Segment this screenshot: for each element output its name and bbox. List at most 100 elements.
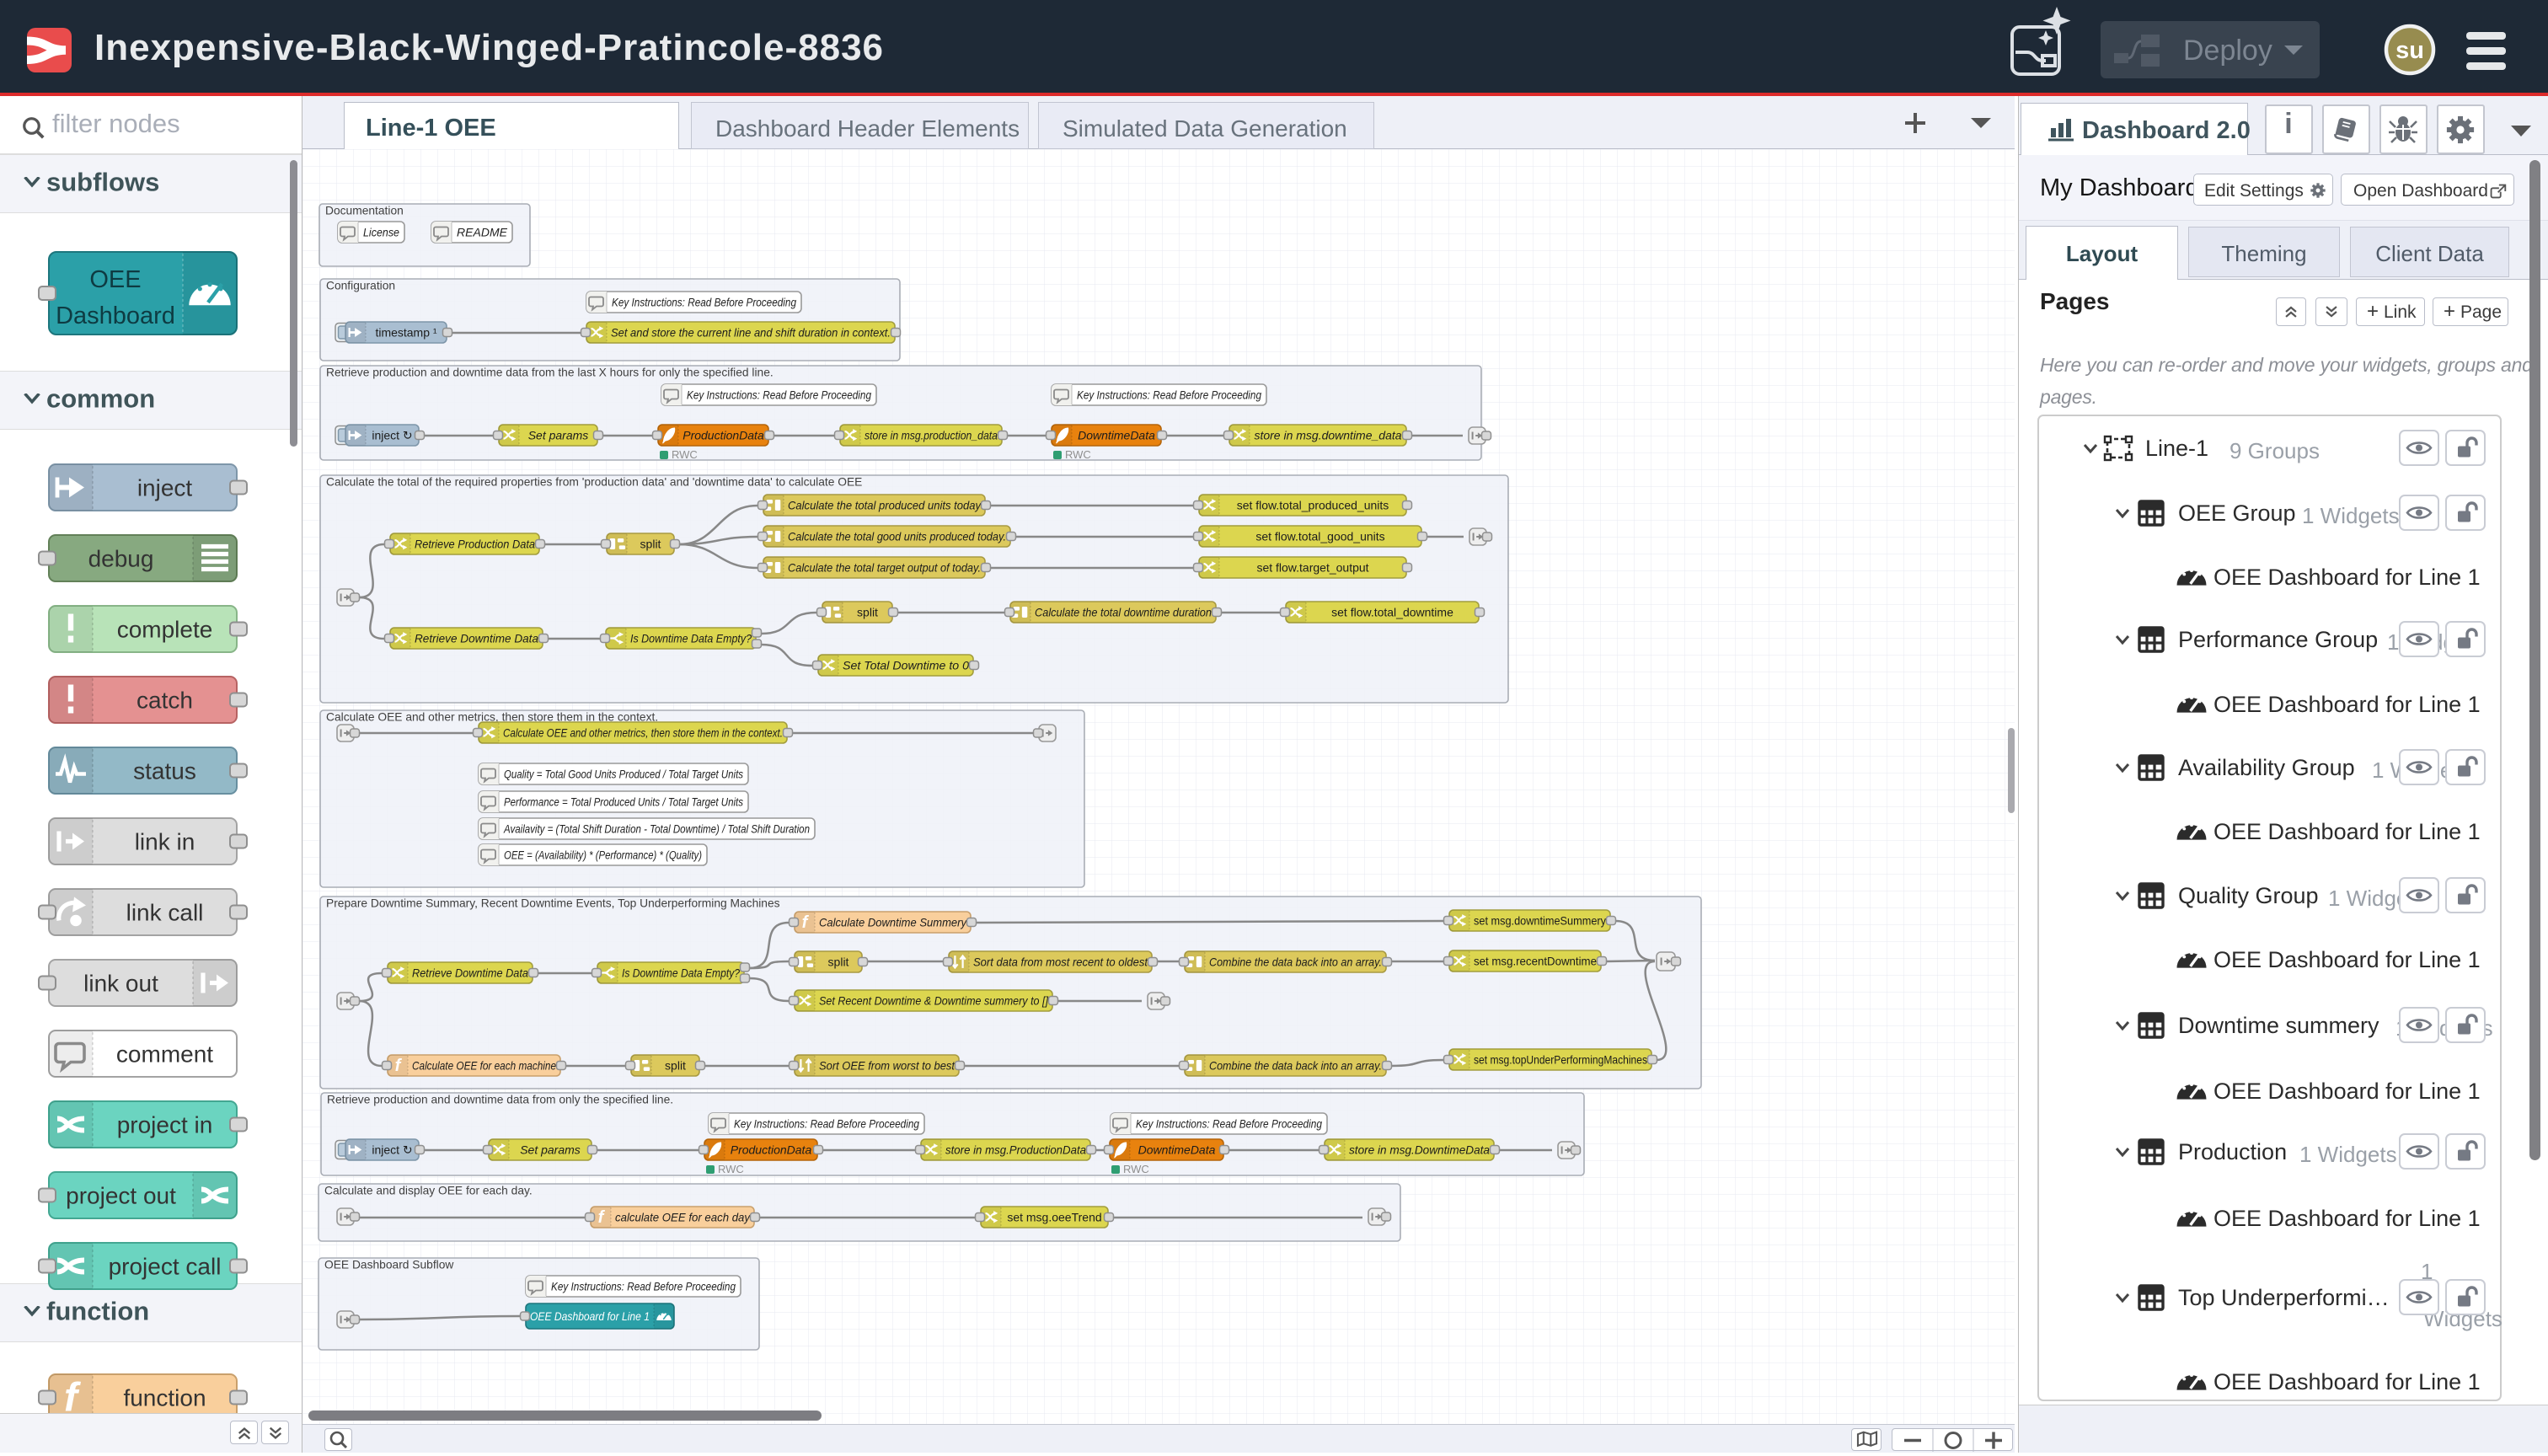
svg-text:set flow.target_output: set flow.target_output: [1256, 561, 1368, 575]
svg-text:OEE: OEE: [89, 266, 141, 293]
svg-text:Key Instructions: Read Before: Key Instructions: Read Before Proceeding: [612, 296, 796, 309]
svg-text:Configuration: Configuration: [326, 280, 395, 292]
svg-text:store in msg.ProductionData: store in msg.ProductionData: [945, 1143, 1086, 1157]
svg-text:Retrieve Production Data: Retrieve Production Data: [415, 538, 535, 551]
svg-text:DowntimeData: DowntimeData: [1078, 429, 1155, 442]
svg-text:inject: inject: [137, 475, 193, 501]
svg-text:set msg.downtimeSummery: set msg.downtimeSummery: [1474, 914, 1606, 928]
svg-text:Top Underperformi…: Top Underperformi…: [2178, 1285, 2390, 1310]
svg-text:Retrieve Downtime Data: Retrieve Downtime Data: [412, 966, 528, 980]
svg-text:inject ↻: inject ↻: [372, 1143, 412, 1157]
svg-text:Calculate the total produced u: Calculate the total produced units today: [788, 499, 982, 512]
svg-text:split: split: [828, 956, 849, 969]
svg-text:OEE Dashboard for Line 1: OEE Dashboard for Line 1: [2213, 565, 2481, 590]
svg-text:1 Widgets: 1 Widgets: [2302, 503, 2400, 528]
svg-text:catch: catch: [136, 688, 193, 714]
svg-text:OEE Dashboard for Line 1: OEE Dashboard for Line 1: [2213, 1079, 2481, 1104]
svg-text:Performance = Total Produced U: Performance = Total Produced Units / Tot…: [504, 795, 743, 809]
svg-text:set msg.topUnderPerformingMach: set msg.topUnderPerformingMachines: [1474, 1053, 1647, 1067]
svg-text:OEE Dashboard for Line 1: OEE Dashboard for Line 1: [2213, 1369, 2481, 1394]
svg-text:comment: comment: [116, 1041, 213, 1068]
svg-text:Key Instructions: Read Before: Key Instructions: Read Before Proceeding: [1136, 1117, 1322, 1131]
svg-text:License: License: [363, 226, 399, 239]
svg-text:Key Instructions: Read Before: Key Instructions: Read Before Proceeding: [687, 388, 871, 402]
svg-text:Set params: Set params: [528, 429, 589, 442]
svg-text:Is Downtime Data Empty?: Is Downtime Data Empty?: [622, 966, 740, 980]
svg-text:ProductionData: ProductionData: [731, 1143, 812, 1157]
svg-text:OEE Dashboard for Line 1: OEE Dashboard for Line 1: [2213, 947, 2481, 972]
svg-text:RWC: RWC: [1065, 448, 1091, 461]
svg-text:Availability Group: Availability Group: [2178, 755, 2355, 780]
svg-text:timestamp ¹: timestamp ¹: [375, 326, 436, 340]
svg-text:set msg.oeeTrend: set msg.oeeTrend: [1007, 1211, 1101, 1224]
svg-text:Calculate OEE for each machine: Calculate OEE for each machine: [412, 1059, 556, 1073]
svg-text:Downtime summery: Downtime summery: [2178, 1013, 2379, 1038]
svg-text:OEE Dashboard for Line 1: OEE Dashboard for Line 1: [530, 1309, 650, 1323]
svg-text:Combine the data back into an: Combine the data back into an array.: [1209, 1059, 1382, 1073]
svg-text:project out: project out: [66, 1183, 176, 1209]
svg-text:Retrieve production and downti: Retrieve production and downtime data fr…: [326, 367, 774, 379]
svg-text:Set Recent Downtime & Downtime: Set Recent Downtime & Downtime summery t…: [819, 994, 1049, 1008]
svg-text:function: function: [123, 1385, 206, 1411]
svg-text:OEE Dashboard for Line 1: OEE Dashboard for Line 1: [2213, 1206, 2481, 1231]
svg-text:RWC: RWC: [672, 448, 698, 461]
svg-text:split: split: [640, 538, 661, 551]
svg-text:Line-1: Line-1: [2145, 436, 2208, 461]
svg-text:OEE Dashboard for Line 1: OEE Dashboard for Line 1: [2213, 819, 2481, 844]
svg-text:DowntimeData: DowntimeData: [1138, 1143, 1216, 1157]
svg-text:split: split: [665, 1059, 686, 1073]
svg-text:store in msg.downtime_data: store in msg.downtime_data: [1254, 429, 1401, 442]
svg-text:Production: Production: [2178, 1139, 2287, 1164]
svg-text:OEE Dashboard for Line 1: OEE Dashboard for Line 1: [2213, 692, 2481, 717]
svg-text:Calculate Downtime Summery: Calculate Downtime Summery: [819, 916, 967, 929]
svg-text:Set and store the current line: Set and store the current line and shift…: [611, 326, 891, 340]
svg-text:link call: link call: [126, 900, 204, 926]
svg-text:inject ↻: inject ↻: [372, 429, 412, 442]
svg-text:Calculate the total downtime d: Calculate the total downtime duration: [1035, 606, 1212, 619]
svg-text:Calculate the total target out: Calculate the total target output of tod…: [788, 561, 981, 575]
svg-text:complete: complete: [117, 617, 213, 643]
svg-text:OEE = (Availability) * (Perfor: OEE = (Availability) * (Performance) * (…: [504, 848, 702, 862]
svg-text:Retrieve Downtime Data: Retrieve Downtime Data: [415, 632, 538, 645]
svg-text:su: su: [2395, 37, 2424, 64]
svg-text:Prepare Downtime Summary, Rece: Prepare Downtime Summary, Recent Downtim…: [326, 897, 780, 910]
svg-text:Dashboard: Dashboard: [56, 302, 175, 329]
svg-text:store in msg.DowntimeData: store in msg.DowntimeData: [1349, 1143, 1490, 1157]
svg-text:Quality Group: Quality Group: [2178, 883, 2319, 908]
svg-text:Availavity = (Total Shift Dura: Availavity = (Total Shift Duration - Tot…: [503, 822, 810, 836]
svg-text:Performance Group: Performance Group: [2178, 627, 2378, 652]
svg-text:split: split: [857, 606, 878, 619]
svg-text:1 Widgets: 1 Widgets: [2299, 1142, 2397, 1167]
svg-text:Calculate the total good units: Calculate the total good units produced …: [788, 530, 1006, 543]
svg-text:OEE Group: OEE Group: [2178, 500, 2296, 526]
svg-text:Quality = Total Good Units Pro: Quality = Total Good Units Produced / To…: [504, 768, 743, 781]
svg-text:Key Instructions: Read Before: Key Instructions: Read Before Proceeding: [1077, 388, 1261, 402]
svg-text:project in: project in: [117, 1112, 213, 1138]
svg-text:Sort data from most recent to: Sort data from most recent to oldest: [973, 956, 1148, 969]
svg-text:Set params: Set params: [520, 1143, 581, 1157]
svg-text:Is Downtime Data Empty?: Is Downtime Data Empty?: [630, 632, 752, 645]
svg-text:Calculate and display OEE for: Calculate and display OEE for each day.: [324, 1185, 533, 1197]
svg-text:debug: debug: [88, 546, 154, 572]
svg-text:link in: link in: [135, 829, 195, 855]
svg-text:9 Groups: 9 Groups: [2230, 438, 2320, 463]
svg-text:RWC: RWC: [1123, 1163, 1149, 1175]
svg-text:set msg.recentDowntime: set msg.recentDowntime: [1474, 955, 1597, 968]
svg-text:Calculate OEE and other metric: Calculate OEE and other metrics, then st…: [503, 726, 783, 740]
svg-text:store in msg.production_data: store in msg.production_data: [864, 429, 998, 442]
svg-text:Key Instructions: Read Before: Key Instructions: Read Before Proceeding: [551, 1280, 736, 1293]
svg-text:OEE Dashboard Subflow: OEE Dashboard Subflow: [324, 1259, 453, 1271]
svg-text:Documentation: Documentation: [325, 205, 404, 217]
svg-text:RWC: RWC: [718, 1163, 744, 1175]
svg-text:Set Total Downtime to 0: Set Total Downtime to 0: [843, 659, 969, 672]
svg-text:Sort OEE from worst to best: Sort OEE from worst to best: [819, 1059, 956, 1073]
svg-text:set flow.total_good_units: set flow.total_good_units: [1255, 530, 1384, 543]
svg-text:ProductionData: ProductionData: [682, 429, 764, 442]
svg-text:Key Instructions: Read Before: Key Instructions: Read Before Proceeding: [734, 1117, 919, 1131]
svg-text:link out: link out: [83, 971, 158, 997]
svg-text:status: status: [133, 758, 196, 784]
svg-text:set flow.total_downtime: set flow.total_downtime: [1331, 606, 1453, 619]
svg-text:README: README: [457, 226, 508, 239]
svg-text:Combine the data back into an: Combine the data back into an array.: [1209, 956, 1382, 969]
svg-text:set flow.total_produced_units: set flow.total_produced_units: [1237, 499, 1389, 512]
